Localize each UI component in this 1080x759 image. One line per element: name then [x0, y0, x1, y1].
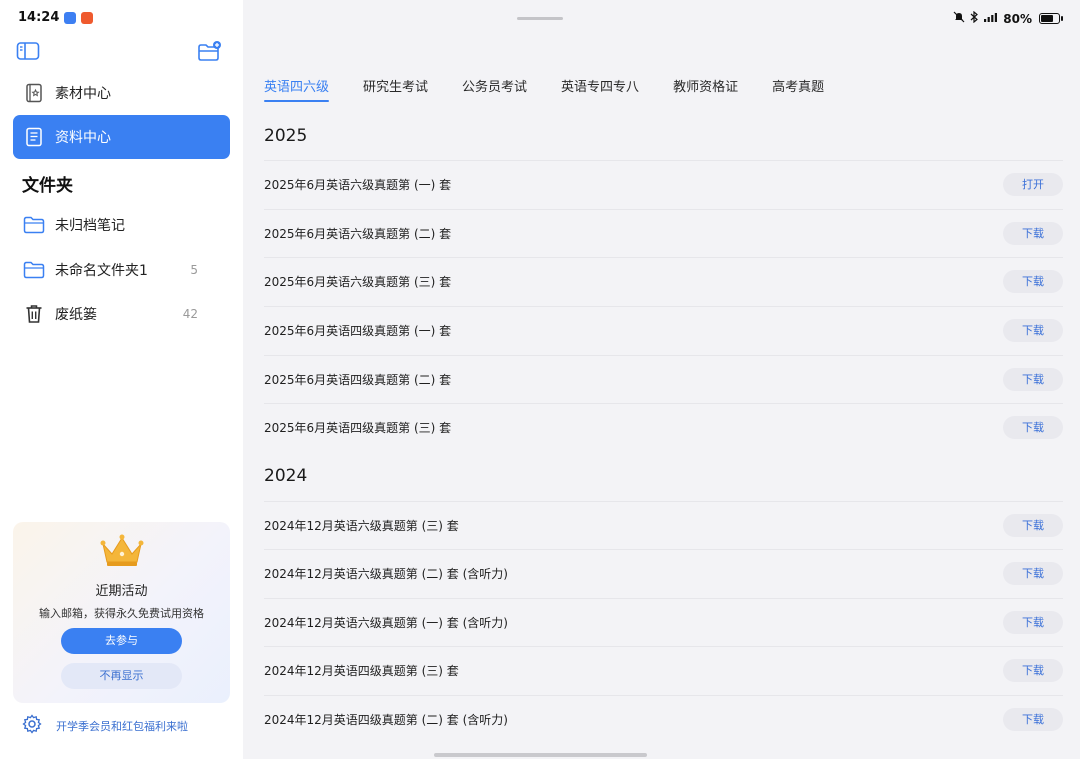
download-button[interactable]: 下载	[1003, 319, 1063, 342]
section-year-heading: 2024	[264, 466, 308, 486]
home-indicator[interactable]	[434, 753, 647, 757]
list-item[interactable]: 2024年12月英语六级真题第 (一) 套 (含听力) 下载	[264, 598, 1063, 646]
sidebar-item-label: 资料中心	[55, 130, 111, 146]
category-tabs: 英语四六级 研究生考试 公务员考试 英语专四专八 教师资格证 高考真题	[264, 78, 858, 102]
sidebar-item-unnamed-folder[interactable]: 未命名文件夹1 5	[13, 248, 230, 292]
footer-link-label: 开学季会员和红包福利来啦	[56, 720, 188, 733]
download-button[interactable]: 下载	[1003, 611, 1063, 634]
list-item[interactable]: 2025年6月英语六级真题第 (二) 套 下载	[264, 209, 1063, 257]
document-icon	[23, 126, 45, 148]
app-notification-icon	[81, 11, 94, 24]
item-title: 2025年6月英语六级真题第 (二) 套	[264, 227, 452, 241]
list-item[interactable]: 2025年6月英语四级真题第 (三) 套 下载	[264, 403, 1063, 451]
item-title: 2025年6月英语四级真题第 (一) 套	[264, 324, 452, 338]
download-button[interactable]: 下载	[1003, 270, 1063, 293]
battery-level	[1041, 15, 1053, 22]
battery-percent: 80%	[1003, 11, 1032, 26]
item-title: 2024年12月英语六级真题第 (一) 套 (含听力)	[264, 616, 508, 630]
item-title: 2024年12月英语四级真题第 (三) 套	[264, 664, 459, 678]
tab-teacher-cert[interactable]: 教师资格证	[673, 78, 738, 100]
sidebar-item-trash[interactable]: 废纸篓 42	[13, 292, 230, 336]
sidebar-toggle-icon[interactable]	[16, 41, 40, 61]
tab-gaokao[interactable]: 高考真题	[772, 78, 824, 100]
tab-postgraduate[interactable]: 研究生考试	[363, 78, 428, 100]
crown-icon	[97, 532, 147, 568]
item-title: 2025年6月英语六级真题第 (一) 套	[264, 178, 452, 192]
list-item[interactable]: 2025年6月英语六级真题第 (三) 套 下载	[264, 257, 1063, 305]
gear-icon	[22, 714, 42, 738]
download-button[interactable]: 下载	[1003, 562, 1063, 585]
list-item[interactable]: 2024年12月英语四级真题第 (二) 套 (含听力) 下载	[264, 695, 1063, 743]
trash-icon	[23, 303, 45, 325]
tab-tem[interactable]: 英语专四专八	[561, 78, 639, 100]
item-title: 2025年6月英语四级真题第 (二) 套	[264, 373, 452, 387]
item-title: 2024年12月英语四级真题第 (二) 套 (含听力)	[264, 713, 508, 727]
download-button[interactable]: 下载	[1003, 514, 1063, 537]
sidebar-item-label: 废纸篓	[55, 307, 97, 323]
sidebar-item-material-center[interactable]: 素材中心	[13, 71, 230, 115]
list-item[interactable]: 2025年6月英语四级真题第 (一) 套 下载	[264, 306, 1063, 354]
sidebar-item-resource-center[interactable]: 资料中心	[13, 115, 230, 159]
list-item[interactable]: 2024年12月英语六级真题第 (二) 套 (含听力) 下载	[264, 549, 1063, 597]
download-button[interactable]: 下载	[1003, 222, 1063, 245]
battery-icon	[1039, 13, 1063, 24]
list-item[interactable]: 2025年6月英语四级真题第 (二) 套 下载	[264, 355, 1063, 403]
bluetooth-icon	[969, 10, 979, 26]
item-title: 2025年6月英语四级真题第 (三) 套	[264, 421, 452, 435]
new-folder-icon[interactable]	[197, 40, 223, 62]
app-notification-icon	[64, 11, 77, 24]
tab-civil-service[interactable]: 公务员考试	[462, 78, 527, 100]
dont-show-again-button[interactable]: 不再显示	[61, 663, 182, 689]
status-bar-right: 80%	[953, 10, 1063, 26]
item-count: 42	[182, 307, 198, 321]
promo-subtitle: 输入邮箱，获得永久免费试用资格	[39, 607, 204, 620]
list-item[interactable]: 2024年12月英语六级真题第 (三) 套 下载	[264, 501, 1063, 549]
section-year-heading: 2025	[264, 126, 308, 146]
item-count: 5	[190, 263, 198, 277]
list-item[interactable]: 2025年6月英语六级真题第 (一) 套 打开	[264, 160, 1063, 208]
book-icon	[23, 82, 45, 104]
promo-card: 近期活动 输入邮箱，获得永久免费试用资格 去参与 不再显示	[13, 522, 230, 703]
promo-footer-link[interactable]: 开学季会员和红包福利来啦	[22, 714, 188, 738]
folders-heading: 文件夹	[22, 176, 73, 196]
sidebar: 14:24 素材中心 资料中心 文件夹 未归档笔记 未命名文件夹1 5 废纸篓 …	[0, 0, 243, 759]
join-button[interactable]: 去参与	[61, 628, 182, 654]
tab-cet[interactable]: 英语四六级	[264, 78, 330, 102]
folder-icon	[23, 259, 45, 281]
main-content: 80% 英语四六级 研究生考试 公务员考试 英语专四专八 教师资格证 高考真题 …	[243, 0, 1080, 759]
promo-title: 近期活动	[95, 584, 148, 599]
sidebar-item-label: 未归档笔记	[55, 218, 125, 234]
mute-icon	[953, 11, 965, 26]
sidebar-item-label: 素材中心	[55, 86, 111, 102]
multitask-handle[interactable]	[517, 17, 563, 20]
download-button[interactable]: 下载	[1003, 708, 1063, 731]
signal-icon	[983, 11, 999, 26]
download-button[interactable]: 下载	[1003, 368, 1063, 391]
open-button[interactable]: 打开	[1003, 173, 1063, 196]
status-bar-left: 14:24	[18, 10, 94, 25]
folder-icon	[23, 214, 45, 236]
item-title: 2024年12月英语六级真题第 (二) 套 (含听力)	[264, 567, 508, 581]
sidebar-item-unarchived-notes[interactable]: 未归档笔记	[13, 203, 230, 247]
item-title: 2025年6月英语六级真题第 (三) 套	[264, 275, 452, 289]
sidebar-item-label: 未命名文件夹1	[55, 263, 148, 279]
download-button[interactable]: 下载	[1003, 659, 1063, 682]
download-button[interactable]: 下载	[1003, 416, 1063, 439]
status-time: 14:24	[18, 10, 60, 25]
item-title: 2024年12月英语六级真题第 (三) 套	[264, 519, 459, 533]
list-item[interactable]: 2024年12月英语四级真题第 (三) 套 下载	[264, 646, 1063, 694]
